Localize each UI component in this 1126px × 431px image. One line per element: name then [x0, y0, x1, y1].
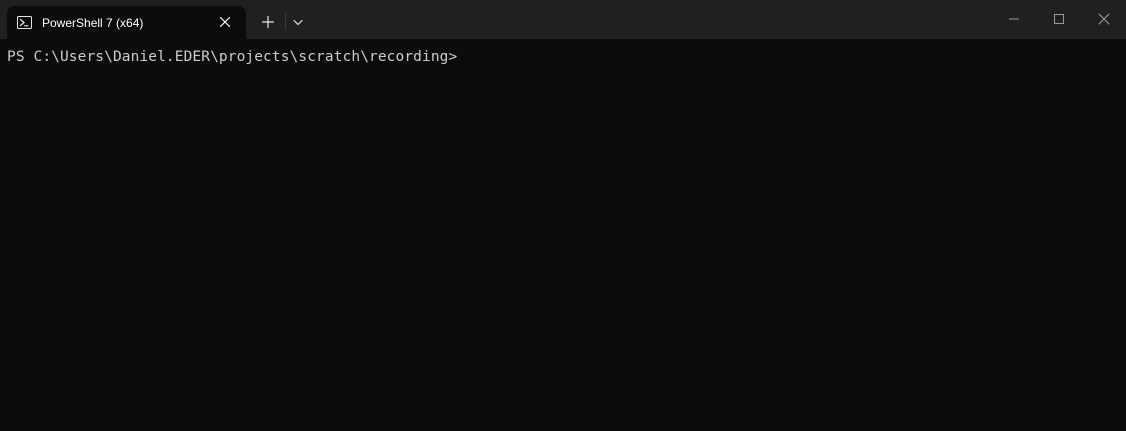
close-tab-icon[interactable]	[217, 14, 233, 30]
plus-icon	[261, 15, 275, 29]
tab-title: PowerShell 7 (x64)	[42, 16, 144, 30]
close-icon	[1098, 13, 1110, 25]
maximize-icon	[1054, 14, 1064, 24]
terminal-window: PowerShell 7 (x64) PS C:\Users\Daniel.ED…	[0, 0, 1126, 431]
tab-divider	[285, 13, 286, 30]
minimize-button[interactable]	[1006, 11, 1022, 27]
chevron-down-icon	[293, 19, 303, 26]
powershell-icon	[17, 15, 32, 30]
close-window-button[interactable]	[1096, 11, 1112, 27]
title-bar[interactable]: PowerShell 7 (x64)	[0, 0, 1126, 39]
minimize-icon	[1009, 18, 1019, 20]
maximize-button[interactable]	[1051, 11, 1067, 27]
command-prompt: PS C:\Users\Daniel.EDER\projects\scratch…	[7, 49, 458, 65]
new-tab-button[interactable]	[259, 13, 277, 31]
tab-dropdown-button[interactable]	[290, 14, 306, 30]
terminal-output[interactable]: PS C:\Users\Daniel.EDER\projects\scratch…	[0, 39, 1126, 431]
tab-powershell[interactable]: PowerShell 7 (x64)	[7, 6, 246, 39]
